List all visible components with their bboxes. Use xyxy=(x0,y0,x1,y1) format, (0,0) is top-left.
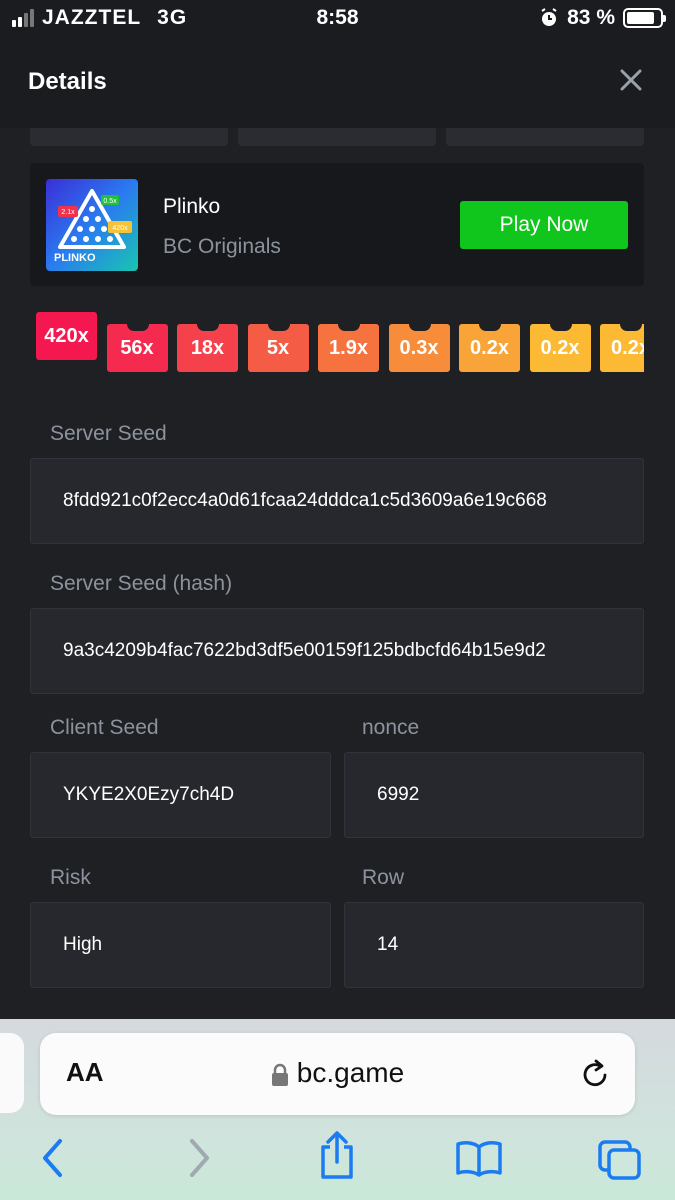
multiplier-row: 420x56x18x5x1.9x0.3x0.2x0.2x0.2x xyxy=(36,312,644,374)
lock-icon xyxy=(271,1063,288,1086)
multiplier-chip: 18x xyxy=(177,324,238,372)
domain-label: bc.game xyxy=(296,1057,405,1088)
multiplier-chip: 5x xyxy=(247,324,309,372)
multiplier-chip: 0.2x xyxy=(459,324,520,372)
server-seed-label: Server Seed xyxy=(50,422,167,445)
back-icon[interactable] xyxy=(40,1137,66,1179)
forward-icon[interactable] xyxy=(186,1137,212,1179)
game-card: 2.1x 0.5x 420x PLINKO Plinko BC Original… xyxy=(30,163,644,286)
svg-text:PLINKO: PLINKO xyxy=(54,252,96,264)
server-seed-field[interactable]: 8fdd921c0f2ecc4a0d61fcaa24dddca1c5d3609a… xyxy=(30,458,644,544)
multiplier-chip: 1.9x xyxy=(318,324,379,372)
page-title: Details xyxy=(28,68,107,95)
server-seed-hash-field[interactable]: 9a3c4209b4fac7622bd3df5e00159f125bdbcfd6… xyxy=(30,608,644,694)
nonce-field[interactable]: 6992 xyxy=(344,752,644,838)
row-label: Row xyxy=(362,866,405,889)
battery-icon xyxy=(623,8,666,28)
svg-text:420x: 420x xyxy=(112,225,128,232)
tabs-icon[interactable] xyxy=(597,1139,643,1181)
risk-field[interactable]: High xyxy=(30,902,331,988)
status-bar: JAZZTEL 3G 8:58 83 % xyxy=(0,0,675,36)
stat-card xyxy=(30,128,228,146)
bookmarks-icon[interactable] xyxy=(455,1139,503,1177)
stat-card xyxy=(446,128,644,146)
multiplier-chip: 420x xyxy=(36,312,97,360)
share-icon[interactable] xyxy=(316,1131,358,1181)
multiplier-chip: 0.2x xyxy=(600,324,644,372)
server-seed-hash-label: Server Seed (hash) xyxy=(50,572,233,595)
battery-percent: 83 % xyxy=(567,6,615,29)
url-display[interactable]: bc.game xyxy=(40,1057,635,1089)
details-header: Details xyxy=(0,36,675,128)
stat-card xyxy=(238,128,436,146)
client-seed-field[interactable]: YKYE2X0Ezy7ch4D xyxy=(30,752,331,838)
browser-toolbar: AA bc.game xyxy=(0,1019,675,1200)
nonce-label: nonce xyxy=(362,716,420,739)
multiplier-chip: 0.2x xyxy=(529,324,591,372)
svg-text:2.1x: 2.1x xyxy=(61,209,75,216)
play-now-button[interactable]: Play Now xyxy=(460,201,628,249)
alarm-icon xyxy=(541,8,557,26)
game-thumbnail[interactable]: 2.1x 0.5x 420x PLINKO xyxy=(46,179,138,271)
game-provider: BC Originals xyxy=(163,235,281,258)
svg-text:0.5x: 0.5x xyxy=(103,198,117,205)
row-field[interactable]: 14 xyxy=(344,902,644,988)
status-right: 83 % xyxy=(539,6,666,30)
address-bar[interactable]: AA bc.game xyxy=(40,1033,635,1115)
risk-label: Risk xyxy=(50,866,91,889)
client-seed-label: Client Seed xyxy=(50,716,159,739)
reload-icon[interactable] xyxy=(581,1057,611,1089)
previous-tab-card[interactable] xyxy=(0,1033,24,1113)
game-name[interactable]: Plinko xyxy=(163,195,220,219)
multiplier-chip: 56x xyxy=(106,324,168,372)
multiplier-chip: 0.3x xyxy=(388,324,450,372)
close-icon[interactable] xyxy=(617,66,645,94)
